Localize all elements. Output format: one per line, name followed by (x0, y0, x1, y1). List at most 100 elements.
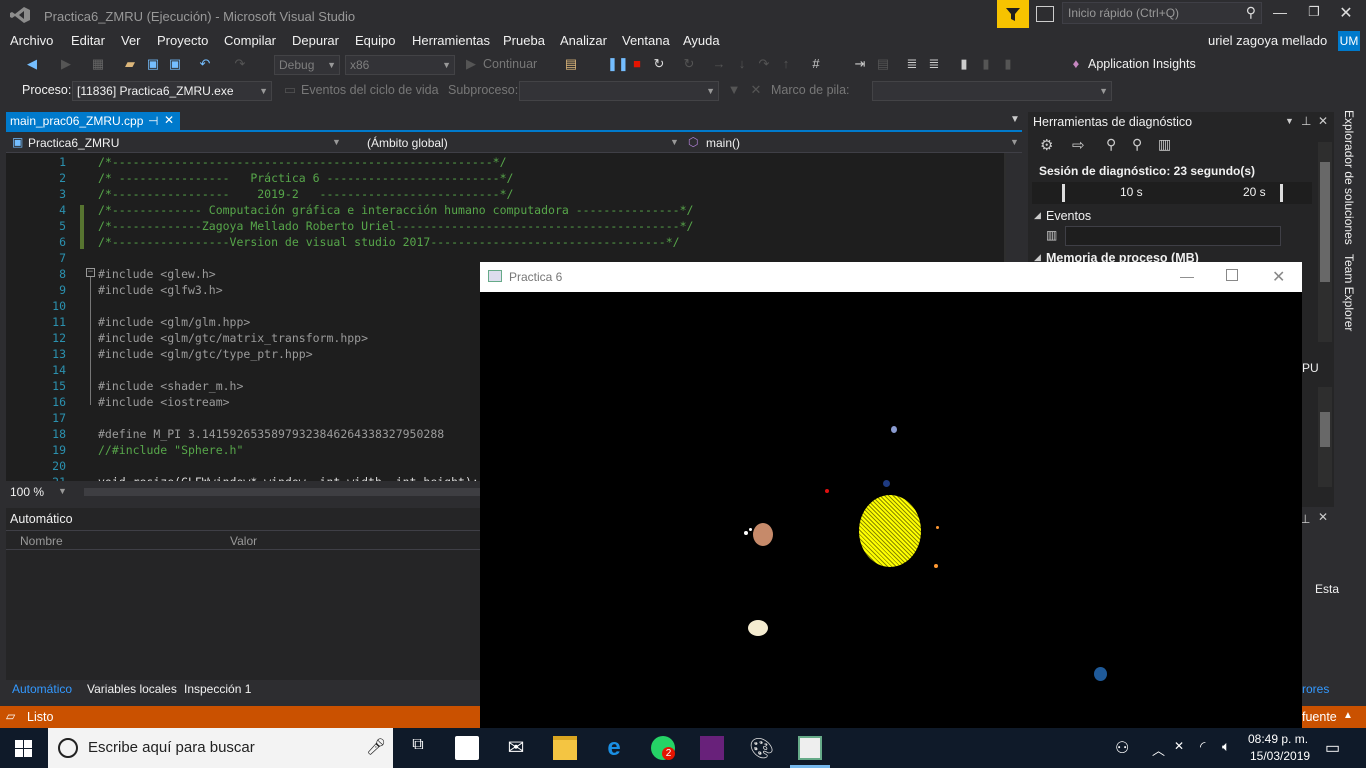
clock-time[interactable]: 08:49 p. m. (1248, 732, 1308, 746)
forward-icon[interactable]: ▶ (58, 56, 74, 72)
save-all-icon[interactable]: ▣ (167, 56, 183, 72)
code-line[interactable]: #include <shader_m.h> (98, 379, 243, 393)
clock-date[interactable]: 15/03/2019 (1250, 749, 1310, 763)
pin-icon[interactable]: ⊣ (148, 114, 158, 128)
zoom-arrow-icon[interactable]: ▼ (58, 486, 67, 496)
bulb-icon[interactable]: ♦ (1068, 56, 1084, 72)
step-over-icon[interactable]: ↷ (756, 56, 772, 72)
align-icon[interactable]: ▤ (875, 56, 891, 72)
code-line[interactable]: /*-------------Zagoya Mellado Roberto Ur… (98, 219, 693, 233)
code-line[interactable]: #include <glm/glm.hpp> (98, 315, 250, 329)
ime-icon[interactable]: ✕ (1174, 739, 1184, 753)
code-line[interactable]: #define M_PI 3.1415926535897932384626433… (98, 427, 444, 441)
settings-gear-icon[interactable]: ⚙ (1040, 136, 1053, 154)
bookmark-icon[interactable]: ▮ (956, 56, 972, 72)
file-explorer-icon[interactable] (553, 736, 577, 760)
solution-explorer-tab[interactable]: Explorador de soluciones (1342, 110, 1356, 245)
tab-main-prac06[interactable]: main_prac06_ZMRU.cpp ⊣ ✕ (6, 112, 180, 132)
menu-depurar[interactable]: Depurar (292, 33, 339, 48)
quick-launch-input[interactable]: Inicio rápido (Ctrl+Q) ⚲ (1062, 2, 1262, 24)
menu-ayuda[interactable]: Ayuda (683, 33, 720, 48)
column-name[interactable]: Nombre (20, 534, 63, 548)
zoom-in-icon[interactable]: ⚲ (1106, 136, 1116, 153)
back-icon[interactable]: ◀ (24, 56, 40, 72)
diag-scrollbar-lower[interactable] (1318, 387, 1332, 487)
ogl-close-button[interactable]: ✕ (1272, 267, 1285, 287)
redo-icon[interactable]: ↷ (232, 56, 248, 72)
minimize-button[interactable]: — (1270, 4, 1290, 24)
start-windows-icon[interactable] (15, 740, 32, 757)
people-icon[interactable]: ⚇ (1115, 738, 1129, 758)
volume-icon[interactable]: 🔈︎ (1222, 738, 1230, 755)
tab-variables-locales[interactable]: Variables locales (87, 682, 177, 696)
menu-equipo[interactable]: Equipo (355, 33, 395, 48)
pause-events-icon[interactable]: ▥ (1046, 228, 1057, 242)
feedback-icon[interactable] (1036, 6, 1054, 22)
team-explorer-tab[interactable]: Team Explorer (1342, 254, 1356, 331)
process-select[interactable]: [11836] Practica6_ZMRU.exe ▼ (72, 81, 272, 101)
timeline-ruler[interactable]: 10 s 20 s (1032, 182, 1312, 204)
lifecycle-button[interactable]: Eventos del ciclo de vida (301, 83, 439, 97)
source-control-arrow-icon[interactable]: ▲ (1343, 710, 1353, 721)
thread-select[interactable]: ▼ (519, 81, 719, 101)
close-tab-icon[interactable]: ✕ (164, 113, 174, 127)
export-icon[interactable]: ⇨ (1072, 136, 1085, 154)
undo-icon[interactable]: ↶ (197, 56, 213, 72)
code-line[interactable]: //#include "Sphere.h" (98, 443, 243, 457)
user-avatar[interactable]: UM (1338, 31, 1360, 51)
taskbar-search-box[interactable]: Escribe aquí para buscar 🎤︎ (48, 728, 393, 768)
prev-bookmark-icon[interactable]: ▮ (978, 56, 994, 72)
paint-icon[interactable]: 🎨︎ (749, 736, 774, 760)
lifecycle-icon[interactable]: ▭ (282, 82, 298, 98)
menu-prueba[interactable]: Prueba (503, 33, 545, 48)
flag-filter-icon[interactable]: ▼ (726, 82, 742, 98)
panel-close-icon[interactable]: ✕ (1318, 114, 1328, 128)
outdent-icon[interactable]: ≣ (904, 56, 920, 72)
nav-scope-arrow-icon[interactable]: ▼ (670, 137, 679, 147)
menu-compilar[interactable]: Compilar (224, 33, 276, 48)
events-track[interactable] (1065, 226, 1281, 246)
panel-menu-icon[interactable]: ▼ (1285, 116, 1294, 126)
errors-fragment[interactable]: rores (1302, 682, 1329, 696)
code-line[interactable]: /*----------------- 2019-2 -------------… (98, 187, 513, 201)
nav-project-select[interactable]: Practica6_ZMRU (28, 136, 119, 150)
opengl-window[interactable]: Practica 6 — ✕ (480, 262, 1302, 728)
thread-icon[interactable]: ⇥ (852, 56, 868, 72)
app-insights-button[interactable]: Application Insights (1088, 57, 1196, 71)
code-line[interactable]: /* ---------------- Práctica 6 ---------… (98, 171, 513, 185)
menu-herramientas[interactable]: Herramientas (412, 33, 490, 48)
stop-icon[interactable]: ■ (629, 56, 645, 72)
continue-button[interactable]: Continuar (483, 57, 537, 71)
menu-ver[interactable]: Ver (121, 33, 141, 48)
nav-member-arrow-icon[interactable]: ▼ (1010, 137, 1019, 147)
code-line[interactable]: #include <glfw3.h> (98, 283, 223, 297)
user-name[interactable]: uriel zagoya mellado (1208, 33, 1327, 48)
ogl-maximize-button[interactable] (1226, 269, 1238, 281)
nav-scope-select[interactable]: (Ámbito global) (367, 136, 448, 150)
flag-thread-icon[interactable]: ✕ (748, 82, 764, 98)
menu-analizar[interactable]: Analizar (560, 33, 607, 48)
platform-select[interactable]: x86 ▼ (345, 55, 455, 75)
wifi-icon[interactable]: ◜ (1200, 738, 1205, 755)
events-collapse-icon[interactable]: ◢ (1034, 210, 1041, 221)
store-icon[interactable] (455, 736, 479, 760)
stack-frame-select[interactable]: ▼ (872, 81, 1112, 101)
diag-scrollbar[interactable] (1318, 142, 1332, 342)
chart-view-icon[interactable]: ▥ (1158, 136, 1171, 153)
render-canvas[interactable] (480, 292, 1302, 728)
edge-browser-icon[interactable]: e (602, 736, 626, 760)
save-icon[interactable]: ▣ (145, 56, 161, 72)
menu-editar[interactable]: Editar (71, 33, 105, 48)
step-out-icon[interactable]: ↑ (778, 56, 794, 72)
code-line[interactable]: void resize(GLFWwindow* window, int widt… (98, 475, 479, 481)
restore-button[interactable]: ❐ (1304, 4, 1324, 24)
tab-inspeccion-1[interactable]: Inspección 1 (184, 682, 251, 696)
panel-pin-icon[interactable]: ⊥ (1301, 114, 1311, 128)
column-value[interactable]: Valor (230, 534, 257, 548)
new-project-icon[interactable]: ▦ (90, 56, 106, 72)
tab-list-dropdown-icon[interactable]: ▼ (1010, 114, 1020, 125)
task-view-icon[interactable]: ⧉ (406, 736, 430, 760)
restart-icon[interactable]: ↻ (651, 56, 667, 72)
tray-chevron-icon[interactable]: ︿ (1152, 740, 1165, 759)
continue-icon[interactable]: ▶ (463, 56, 479, 72)
